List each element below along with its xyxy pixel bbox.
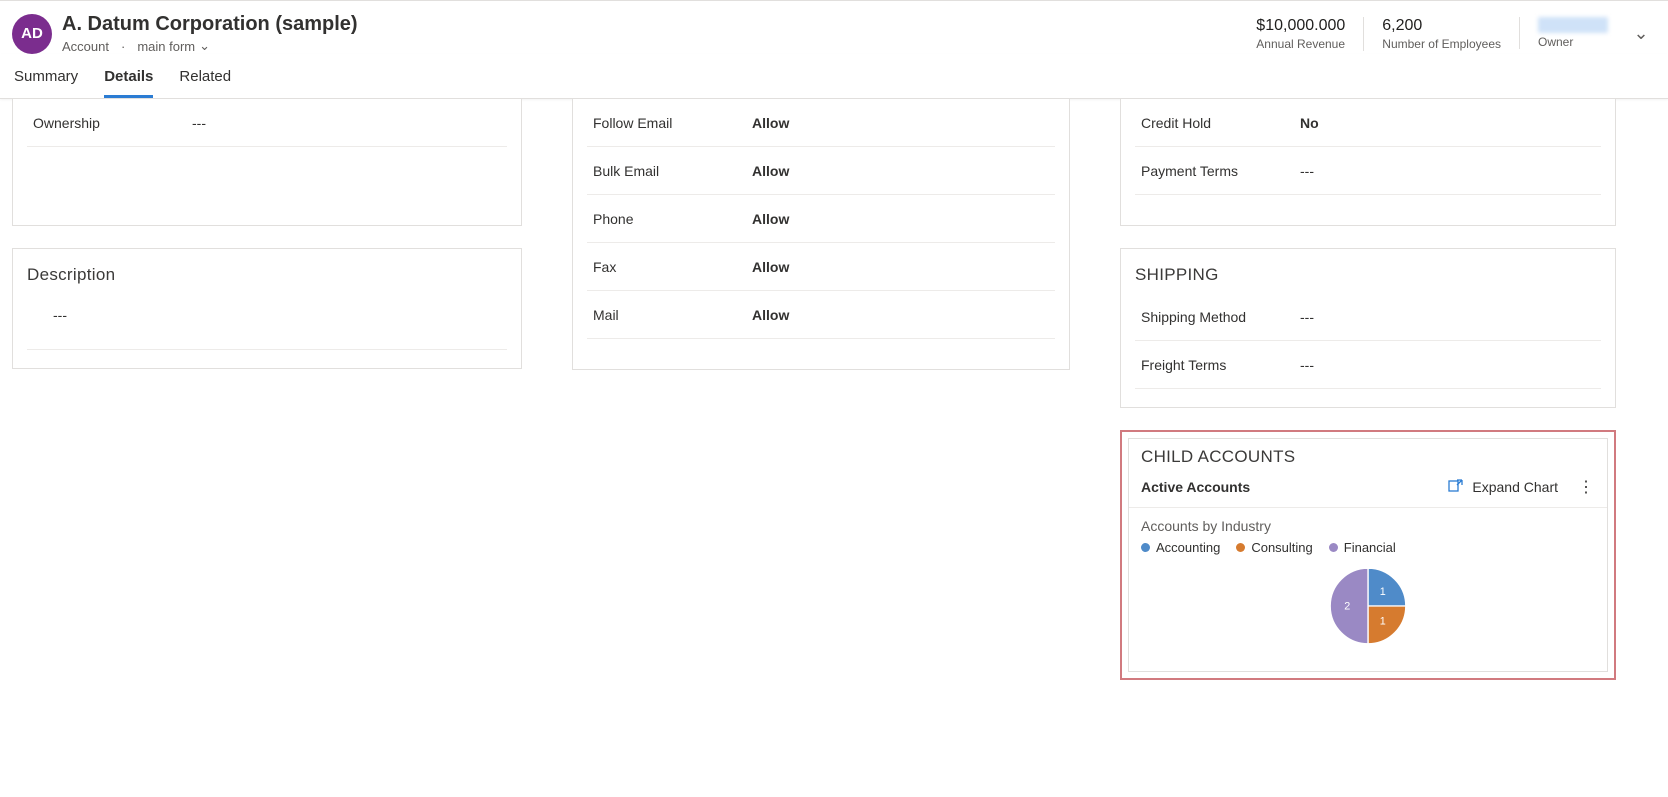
legend-color-dot	[1236, 543, 1245, 552]
pie-slice	[1368, 568, 1406, 606]
billing-card: Credit HoldNoPayment Terms---	[1120, 99, 1616, 226]
field-label: Bulk Email	[587, 163, 752, 179]
metric-number-of-employees[interactable]: 6,200 Number of Employees	[1363, 17, 1519, 51]
form-selector[interactable]: main form ⌄	[137, 38, 210, 54]
view-selector[interactable]: Active Accounts	[1141, 479, 1448, 495]
field-label: Credit Hold	[1135, 115, 1300, 131]
tab-details[interactable]: Details	[104, 68, 153, 98]
field-value: ---	[1300, 163, 1601, 179]
description-card: Description ---	[12, 248, 522, 369]
legend-color-dot	[1141, 543, 1150, 552]
section-title: SHIPPING	[1135, 265, 1601, 285]
field-value: Allow	[752, 163, 1055, 179]
metric-annual-revenue[interactable]: $10,000.000 Annual Revenue	[1238, 17, 1363, 51]
field-value: Allow	[752, 115, 1055, 131]
legend-item: Consulting	[1236, 540, 1312, 555]
metric-label: Owner	[1538, 35, 1608, 49]
field-label: Freight Terms	[1135, 357, 1300, 373]
form-selector-label: main form	[137, 39, 195, 54]
field-phone[interactable]: PhoneAllow	[587, 195, 1055, 243]
contact-preferences-card: Follow EmailAllowBulk EmailAllowPhoneAll…	[572, 99, 1070, 370]
field-shipping-method[interactable]: Shipping Method---	[1135, 293, 1601, 341]
field-label: Payment Terms	[1135, 163, 1300, 179]
metric-value: $10,000.000	[1256, 17, 1345, 35]
section-title: CHILD ACCOUNTS	[1129, 439, 1607, 471]
expand-chart-label: Expand Chart	[1472, 479, 1558, 495]
avatar: AD	[12, 14, 52, 54]
legend-label: Consulting	[1251, 540, 1312, 555]
field-value: ---	[1300, 357, 1601, 373]
owner-value-redacted	[1538, 17, 1608, 33]
field-value: Allow	[752, 259, 1055, 275]
entity-label: Account	[62, 39, 109, 54]
field-value: Allow	[752, 307, 1055, 323]
legend-label: Accounting	[1156, 540, 1220, 555]
shipping-card: SHIPPING Shipping Method---Freight Terms…	[1120, 248, 1616, 408]
expand-icon	[1448, 478, 1464, 497]
field-fax[interactable]: FaxAllow	[587, 243, 1055, 291]
legend-label: Financial	[1344, 540, 1396, 555]
pie-slice-value: 1	[1380, 586, 1386, 598]
expand-chart-button[interactable]: Expand Chart	[1448, 478, 1558, 497]
metric-owner[interactable]: Owner	[1519, 17, 1626, 49]
field-value: No	[1300, 115, 1601, 131]
header-metrics: $10,000.000 Annual Revenue 6,200 Number …	[1238, 17, 1626, 51]
legend-item: Financial	[1329, 540, 1396, 555]
field-payment-terms[interactable]: Payment Terms---	[1135, 147, 1601, 195]
field-bulk-email[interactable]: Bulk EmailAllow	[587, 147, 1055, 195]
legend-item: Accounting	[1141, 540, 1220, 555]
tab-summary[interactable]: Summary	[14, 68, 78, 98]
field-label: Mail	[587, 307, 752, 323]
field-credit-hold[interactable]: Credit HoldNo	[1135, 99, 1601, 147]
section-title: Description	[27, 265, 507, 285]
profile-card: Ownership ---	[12, 99, 522, 226]
separator-dot	[115, 39, 131, 54]
pie-slice-value: 1	[1380, 615, 1386, 627]
field-freight-terms[interactable]: Freight Terms---	[1135, 341, 1601, 389]
pie-chart: 1 1 2	[1323, 561, 1413, 651]
metric-label: Number of Employees	[1382, 37, 1501, 51]
field-label: Fax	[587, 259, 752, 275]
pie-slice-value: 2	[1344, 601, 1350, 613]
record-header: AD A. Datum Corporation (sample) Account…	[0, 0, 1668, 54]
header-expand-chevron[interactable]: ⌄	[1626, 23, 1656, 44]
pie-slice	[1368, 606, 1406, 644]
field-ownership[interactable]: Ownership ---	[27, 99, 507, 147]
chart-title: Accounts by Industry	[1141, 518, 1595, 534]
chart-legend: Accounting Consulting Financial	[1141, 540, 1595, 555]
field-value: ---	[192, 115, 507, 131]
form-tabs: Summary Details Related	[0, 54, 1668, 99]
field-value: Allow	[752, 211, 1055, 227]
more-actions-button[interactable]: ⋮	[1578, 477, 1595, 497]
field-label: Shipping Method	[1135, 309, 1300, 325]
child-accounts-card: CHILD ACCOUNTS Active Accounts Expand Ch…	[1128, 438, 1608, 672]
field-label: Follow Email	[587, 115, 752, 131]
field-value: ---	[1300, 309, 1601, 325]
child-accounts-highlight: CHILD ACCOUNTS Active Accounts Expand Ch…	[1120, 430, 1616, 680]
tab-related[interactable]: Related	[179, 68, 231, 98]
record-title: A. Datum Corporation (sample)	[62, 13, 1238, 36]
metric-value: 6,200	[1382, 17, 1501, 35]
description-value[interactable]: ---	[27, 293, 507, 350]
field-label: Phone	[587, 211, 752, 227]
chevron-down-icon: ⌄	[199, 38, 210, 54]
legend-color-dot	[1329, 543, 1338, 552]
field-label: Ownership	[27, 115, 192, 131]
field-follow-email[interactable]: Follow EmailAllow	[587, 99, 1055, 147]
field-mail[interactable]: MailAllow	[587, 291, 1055, 339]
metric-label: Annual Revenue	[1256, 37, 1345, 51]
